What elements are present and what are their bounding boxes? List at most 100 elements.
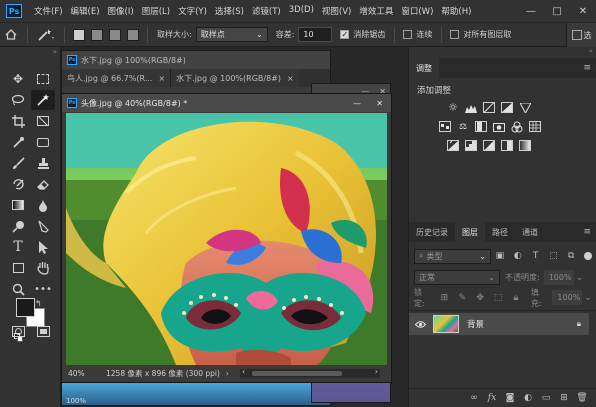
intersect-selection-icon[interactable] bbox=[127, 28, 139, 41]
levels-icon[interactable] bbox=[465, 102, 477, 113]
tolerance-input[interactable]: 10 bbox=[298, 27, 333, 42]
lock-transparent-icon[interactable]: ⊞ bbox=[439, 292, 451, 304]
filter-toggle-icon[interactable] bbox=[584, 252, 593, 260]
menu-item[interactable]: 图像(I) bbox=[104, 5, 138, 17]
menu-item[interactable]: 3D(D) bbox=[285, 5, 318, 17]
tab-history[interactable]: 历史记录 bbox=[409, 222, 455, 242]
type-tool-icon[interactable]: T bbox=[6, 237, 30, 257]
curves-icon[interactable] bbox=[483, 102, 495, 113]
close-icon[interactable]: ✕ bbox=[376, 99, 383, 108]
rectangle-tool-icon[interactable] bbox=[6, 258, 30, 278]
active-window-titlebar[interactable]: Ps 头像.jpg @ 40%(RGB/8#) * — ✕ bbox=[62, 94, 391, 112]
invert-icon[interactable] bbox=[447, 140, 459, 151]
eye-icon[interactable] bbox=[409, 320, 431, 328]
lasso-tool-icon[interactable] bbox=[6, 90, 30, 110]
brush-tool-icon[interactable] bbox=[6, 153, 30, 173]
menu-item[interactable]: 选择(S) bbox=[211, 5, 248, 17]
new-selection-icon[interactable] bbox=[73, 28, 85, 41]
color-balance-icon[interactable]: ⚖ bbox=[457, 121, 469, 132]
chevron-down-icon[interactable]: ⌄ bbox=[584, 293, 592, 303]
select-subject-icon[interactable] bbox=[571, 30, 582, 40]
layer-filter-dropdown[interactable]: ⌕ 类型 ⌄ bbox=[414, 248, 491, 264]
close-tab-icon[interactable]: × bbox=[287, 74, 294, 83]
layer-style-icon[interactable]: fx bbox=[486, 392, 498, 404]
hue-saturation-icon[interactable] bbox=[439, 121, 451, 132]
scrollbar-thumb[interactable] bbox=[252, 371, 342, 376]
delete-layer-icon[interactable]: 🗑︎ bbox=[576, 392, 588, 404]
filter-type-icon[interactable]: T bbox=[530, 250, 542, 262]
menu-item[interactable]: 编辑(E) bbox=[67, 5, 104, 17]
new-adjustment-layer-icon[interactable]: ◐ bbox=[522, 392, 534, 404]
menu-item[interactable]: 增效工具 bbox=[355, 5, 397, 17]
subtract-selection-icon[interactable] bbox=[109, 28, 121, 41]
pen-tool-icon[interactable] bbox=[31, 216, 55, 236]
magic-wand-tool-icon[interactable] bbox=[31, 90, 55, 110]
gradient-map-icon[interactable] bbox=[519, 140, 531, 151]
tab-paths[interactable]: 路径 bbox=[485, 222, 515, 242]
lock-artboard-icon[interactable]: ⬚ bbox=[492, 292, 504, 304]
lock-position-icon[interactable]: ✥ bbox=[474, 292, 486, 304]
scroll-left-icon[interactable]: ‹ bbox=[242, 367, 245, 376]
link-layers-icon[interactable]: ∞ bbox=[468, 392, 480, 404]
crop-tool-icon[interactable] bbox=[6, 111, 30, 131]
menu-item[interactable]: 文件(F) bbox=[30, 5, 67, 17]
add-to-selection-icon[interactable] bbox=[91, 28, 103, 41]
history-brush-tool-icon[interactable] bbox=[6, 174, 30, 194]
clone-stamp-tool-icon[interactable] bbox=[31, 153, 55, 173]
menu-item[interactable]: 滤镜(T) bbox=[248, 5, 285, 17]
eraser-tool-icon[interactable] bbox=[31, 174, 55, 194]
selective-color-icon[interactable] bbox=[501, 140, 513, 151]
underwater-window-titlebar[interactable]: Ps 水下.jpg @ 100%(RGB/8#) bbox=[62, 51, 330, 69]
menu-item[interactable]: 图层(L) bbox=[138, 5, 174, 17]
panel-menu-icon[interactable]: ≡ bbox=[583, 227, 591, 237]
collapse-toolbar-icon[interactable]: » bbox=[0, 47, 61, 57]
zoom-tool-icon[interactable] bbox=[6, 279, 30, 299]
filter-adjustment-icon[interactable]: ◐ bbox=[512, 250, 524, 262]
menu-item[interactable]: 视图(V) bbox=[318, 5, 355, 17]
layer-row-background[interactable]: 背景 🔒︎ bbox=[409, 313, 589, 335]
close-tab-icon[interactable]: × bbox=[158, 74, 165, 83]
scroll-right-icon[interactable]: › bbox=[375, 367, 378, 376]
threshold-icon[interactable] bbox=[483, 140, 495, 151]
screen-mode-icon[interactable] bbox=[31, 321, 55, 341]
antialias-checkbox[interactable]: ✓ bbox=[340, 30, 350, 39]
brightness-contrast-icon[interactable]: ☼ bbox=[447, 101, 459, 114]
chevron-down-icon[interactable]: ⌄ bbox=[576, 273, 584, 283]
frame-tool-icon[interactable] bbox=[31, 111, 55, 131]
move-tool-icon[interactable]: ✥ bbox=[6, 69, 30, 89]
foreground-color-swatch[interactable] bbox=[16, 298, 35, 317]
color-lookup-icon[interactable] bbox=[529, 121, 541, 132]
filter-pixel-icon[interactable]: ▣ bbox=[494, 250, 506, 262]
sample-size-dropdown[interactable]: 取样点 ⌄ bbox=[195, 27, 268, 42]
layer-name[interactable]: 背景 bbox=[467, 318, 484, 330]
tab-adjustments[interactable]: 调整 bbox=[409, 58, 439, 78]
filter-shape-icon[interactable]: ⬚ bbox=[547, 250, 559, 262]
hand-tool-icon[interactable] bbox=[31, 258, 55, 278]
all-layers-checkbox[interactable] bbox=[450, 30, 460, 39]
gradient-tool-icon[interactable] bbox=[6, 195, 30, 215]
tab-bird[interactable]: 鸟人.jpg @ 66.7%(R... × bbox=[62, 69, 172, 87]
new-layer-icon[interactable]: ⊞ bbox=[558, 392, 570, 404]
menu-item[interactable]: 窗口(W) bbox=[397, 5, 437, 17]
quick-mask-icon[interactable] bbox=[6, 321, 30, 341]
blend-mode-dropdown[interactable]: 正常 ⌄ bbox=[414, 270, 500, 285]
photo-filter-icon[interactable] bbox=[493, 121, 505, 132]
status-menu-arrow-icon[interactable]: › bbox=[226, 369, 229, 378]
contiguous-checkbox[interactable] bbox=[403, 30, 413, 39]
collapse-panels-icon[interactable]: « bbox=[409, 47, 596, 57]
black-white-icon[interactable] bbox=[475, 121, 487, 132]
lock-image-icon[interactable]: ✎ bbox=[456, 292, 468, 304]
maximize-button[interactable]: □ bbox=[544, 0, 570, 23]
channel-mixer-icon[interactable] bbox=[511, 121, 523, 132]
tab-layers[interactable]: 图层 bbox=[455, 222, 485, 242]
path-selection-tool-icon[interactable] bbox=[31, 237, 55, 257]
object-selection-tool-icon[interactable] bbox=[31, 132, 55, 152]
menu-item[interactable]: 文字(Y) bbox=[174, 5, 211, 17]
close-button[interactable]: ✕ bbox=[570, 0, 596, 23]
magic-wand-preset-icon[interactable] bbox=[33, 25, 59, 45]
filter-smart-object-icon[interactable]: ⧉ bbox=[565, 250, 577, 262]
exposure-icon[interactable] bbox=[501, 102, 513, 113]
horizontal-scrollbar[interactable]: ‹ › bbox=[240, 367, 380, 378]
dodge-tool-icon[interactable] bbox=[6, 216, 30, 236]
vibrance-icon[interactable] bbox=[519, 102, 531, 113]
